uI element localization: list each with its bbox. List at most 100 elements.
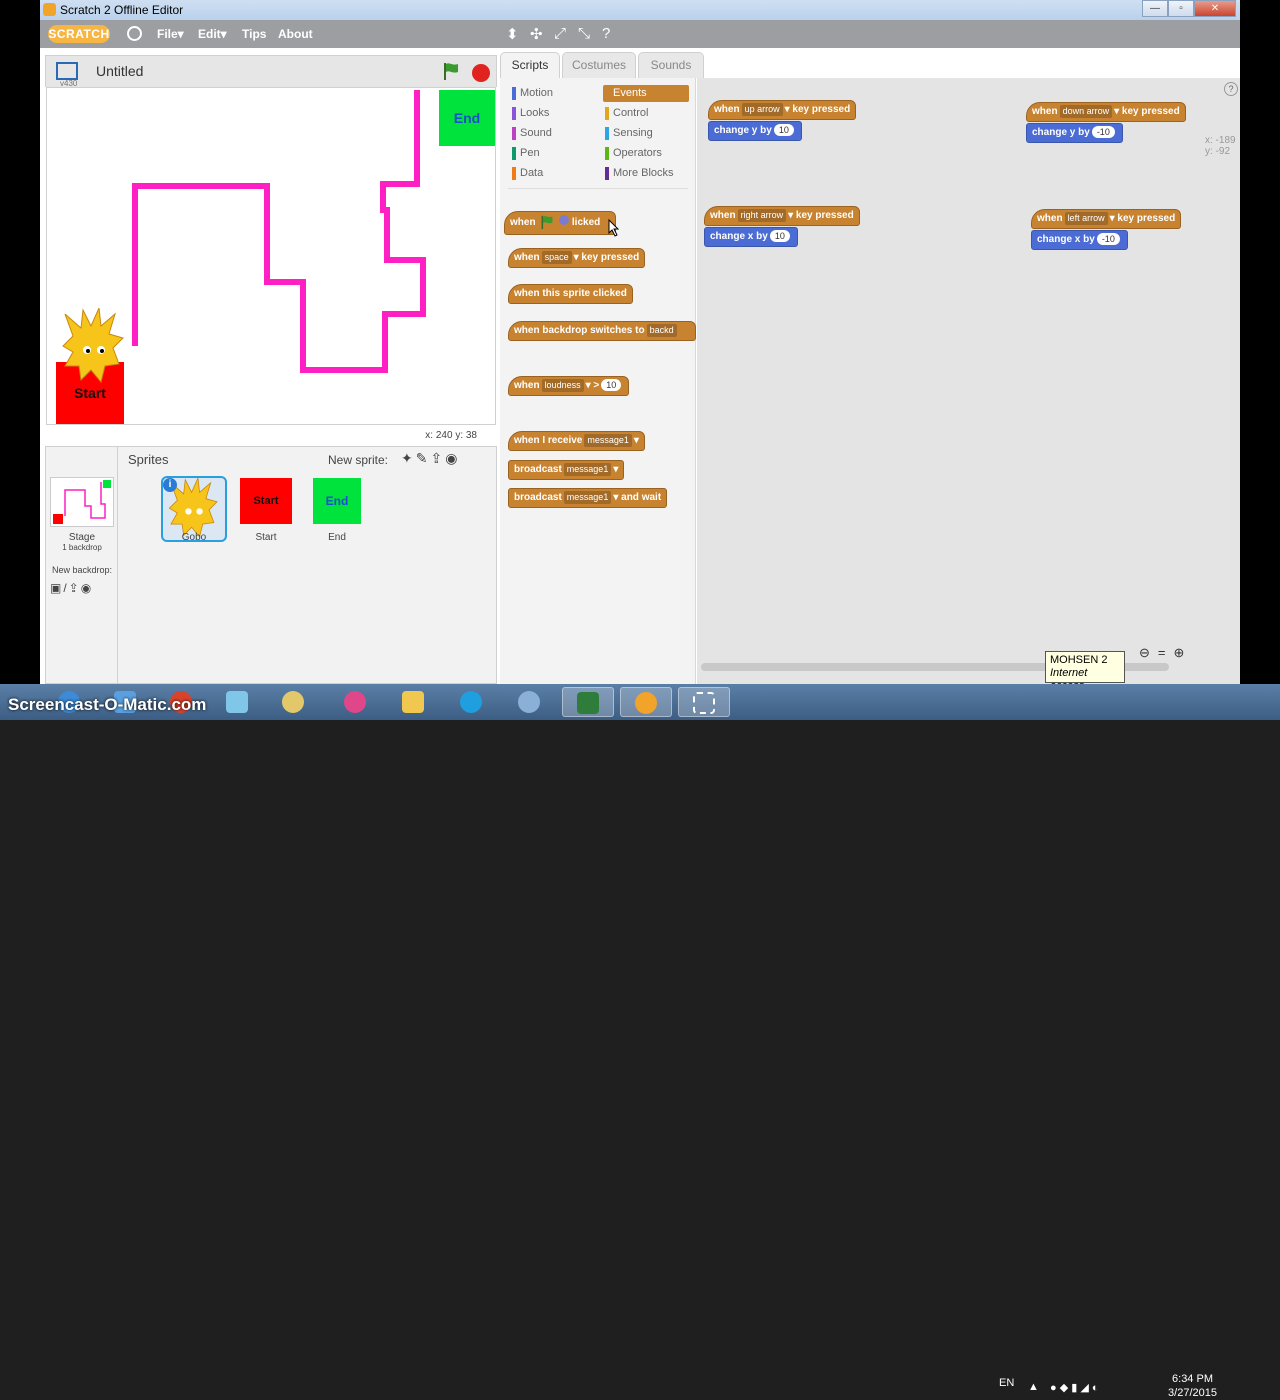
when-down-arrow-block[interactable]: when down arrow ▾ key pressed: [1026, 102, 1186, 122]
block-palette: Motion Looks Sound Pen Data Events Contr…: [500, 78, 696, 684]
category-control[interactable]: Control: [605, 107, 648, 120]
duplicate-stamp-icon[interactable]: ⬍: [506, 25, 519, 43]
scripts-area[interactable]: ? when up arrow ▾ key pressed change y by 1…: [697, 78, 1240, 684]
category-sensing[interactable]: Sensing: [605, 127, 653, 140]
change-y-block[interactable]: change y by 10: [708, 121, 802, 141]
new-sprite-label: New sprite:: [328, 453, 389, 467]
stage-canvas[interactable]: End Start: [46, 87, 496, 425]
tips-menu[interactable]: Tips: [242, 27, 266, 41]
zoom-out-icon[interactable]: ⊖: [1139, 645, 1158, 660]
language-globe-icon[interactable]: [127, 26, 142, 41]
green-flag-icon[interactable]: [443, 62, 459, 80]
category-data[interactable]: Data: [512, 167, 543, 180]
script-up-arrow[interactable]: when up arrow ▾ key pressed change y by 10: [708, 100, 857, 141]
new-sprite-icons[interactable]: ✦✎⇪◉: [401, 450, 460, 467]
broadcast-and-wait-block[interactable]: broadcast message1 ▾ and wait: [508, 488, 668, 508]
mouse-cursor-icon: [608, 219, 620, 237]
zoom-controls[interactable]: ⊖=⊕: [1139, 645, 1192, 661]
tab-sounds[interactable]: Sounds: [638, 52, 704, 78]
tray-icons[interactable]: ● ◆ ▮ ◢ ◐: [1050, 1381, 1099, 1394]
info-icon[interactable]: i: [163, 478, 177, 492]
script-right-arrow[interactable]: when right arrow ▾ key pressed change x by…: [704, 206, 860, 247]
new-backdrop-icons[interactable]: ▣/⇪◉: [50, 581, 93, 595]
category-motion[interactable]: Motion: [512, 87, 553, 100]
taskbar-compass-icon[interactable]: [504, 687, 556, 717]
minimize-button[interactable]: —: [1142, 0, 1168, 17]
scratch-window: Scratch 2 Offline Editor — ▫ ✕ SCRATCH F…: [40, 0, 1240, 684]
script-down-arrow[interactable]: when down arrow ▾ key pressed change y by -…: [1026, 102, 1186, 143]
script-left-arrow[interactable]: when left arrow ▾ key pressed change x by -…: [1031, 209, 1182, 250]
cut-icon[interactable]: ✣: [530, 25, 543, 43]
change-x-block[interactable]: change x by -10: [1031, 230, 1128, 250]
taskbar-monitor-icon[interactable]: [562, 687, 614, 717]
zoom-reset-icon[interactable]: =: [1158, 645, 1174, 660]
category-events[interactable]: Events: [603, 85, 689, 102]
taskbar-notes-icon[interactable]: [212, 687, 264, 717]
cursor-overlap: [559, 215, 570, 225]
project-title[interactable]: Untitled: [96, 63, 143, 79]
clock[interactable]: 6:34 PM 3/27/2015: [1165, 1372, 1220, 1400]
edit-menu[interactable]: Edit▾: [198, 27, 227, 41]
when-sprite-clicked-block[interactable]: when this sprite clicked: [508, 284, 633, 304]
sprite-y: y: -92: [1205, 146, 1231, 157]
shrink-icon[interactable]: ⤡: [578, 25, 590, 42]
backdrop-count: 1 backdrop: [62, 543, 102, 552]
app-icon: [43, 3, 56, 16]
tab-scripts[interactable]: Scripts: [500, 52, 560, 78]
sprite-thumb-end[interactable]: End: [313, 478, 361, 524]
tray-arrow-icon[interactable]: ▲: [1028, 1381, 1039, 1393]
taskbar-scratch-icon[interactable]: [620, 687, 672, 717]
sprite-name-start: Start: [255, 532, 277, 543]
stage-header: v430 Untitled: [45, 55, 497, 88]
fullscreen-icon[interactable]: [56, 62, 78, 80]
change-x-block[interactable]: change x by 10: [704, 227, 798, 247]
taskbar-osu-icon[interactable]: [330, 687, 382, 717]
language-indicator[interactable]: EN: [999, 1377, 1014, 1389]
when-flag-clicked-block[interactable]: when licked: [504, 211, 616, 235]
stage-thumbnail[interactable]: [50, 477, 114, 527]
category-looks[interactable]: Looks: [512, 107, 549, 120]
stage-label: Stage: [68, 532, 96, 543]
scratch-logo[interactable]: SCRATCH: [48, 25, 110, 43]
when-backdrop-switches-block[interactable]: when backdrop switches to backd: [508, 321, 696, 341]
close-button[interactable]: ✕: [1194, 0, 1236, 17]
when-key-pressed-block[interactable]: when space ▾ key pressed: [508, 248, 646, 268]
maximize-button[interactable]: ▫: [1168, 0, 1194, 17]
tab-costumes[interactable]: Costumes: [562, 52, 636, 78]
help-icon[interactable]: ?: [602, 25, 610, 42]
category-operators[interactable]: Operators: [605, 147, 662, 160]
zoom-in-icon[interactable]: ⊕: [1174, 645, 1193, 660]
sprite-x: x: -189: [1205, 135, 1236, 146]
tooltip-network-name: MOHSEN 2: [1050, 654, 1108, 666]
taskbar-paint-icon[interactable]: [268, 687, 320, 717]
taskbar-capture-icon[interactable]: [678, 687, 730, 717]
when-i-receive-block[interactable]: when I receive message1 ▾: [508, 431, 645, 451]
sprite-thumb-start[interactable]: Start: [240, 478, 292, 524]
category-sound[interactable]: Sound: [512, 127, 552, 140]
end-sprite[interactable]: End: [439, 90, 495, 146]
stage-column: Stage 1 backdrop New backdrop: ▣/⇪◉: [46, 447, 118, 684]
grow-icon[interactable]: ⤢: [554, 25, 566, 42]
about-menu[interactable]: About: [278, 27, 313, 41]
category-pen[interactable]: Pen: [512, 147, 540, 160]
change-y-block[interactable]: change y by -10: [1026, 123, 1123, 143]
file-menu[interactable]: File▾: [157, 27, 184, 41]
when-right-arrow-block[interactable]: when right arrow ▾ key pressed: [704, 206, 860, 226]
new-backdrop-label: New backdrop:: [51, 565, 113, 575]
green-flag-icon: [541, 216, 553, 230]
stop-icon[interactable]: [472, 64, 490, 82]
title-bar: Scratch 2 Offline Editor — ▫ ✕: [40, 0, 1240, 20]
coords-readout: x: 240 y: 38: [425, 430, 477, 441]
when-loudness-block[interactable]: when loudness ▾ >10: [508, 376, 630, 396]
scripts-help-icon[interactable]: ?: [1224, 82, 1238, 96]
sprite-name-end: End: [328, 532, 346, 543]
gobo-sprite[interactable]: [61, 308, 127, 386]
category-more-blocks[interactable]: More Blocks: [605, 167, 674, 180]
sprite-name-gobo: Gobo: [181, 532, 207, 543]
when-up-arrow-block[interactable]: when up arrow ▾ key pressed: [708, 100, 857, 120]
when-left-arrow-block[interactable]: when left arrow ▾ key pressed: [1031, 209, 1182, 229]
taskbar-skype-icon[interactable]: [446, 687, 498, 717]
clock-time: 6:34 PM: [1172, 1373, 1213, 1385]
taskbar-folder-icon[interactable]: [388, 687, 440, 717]
broadcast-block[interactable]: broadcast message1 ▾: [508, 460, 625, 480]
